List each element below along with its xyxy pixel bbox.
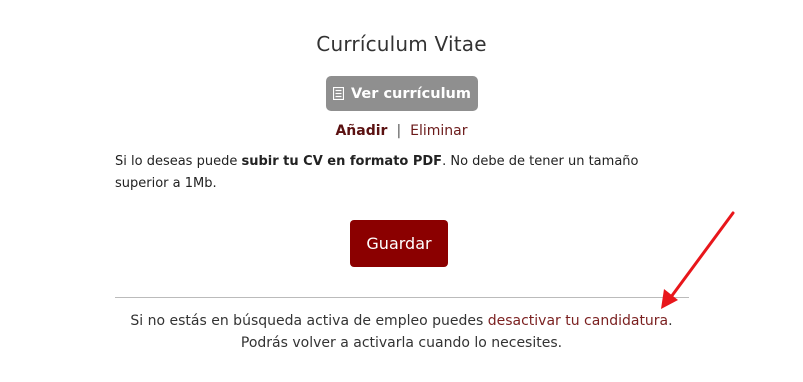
footer-prefix: Si no estás en búsqueda activa de empleo… <box>130 313 488 329</box>
deactivate-notice: Si no estás en búsqueda activa de empleo… <box>0 310 803 354</box>
delete-link[interactable]: Eliminar <box>410 123 467 139</box>
red-arrow-annotation <box>661 211 735 309</box>
view-cv-button[interactable]: Ver currículum <box>326 76 478 111</box>
deactivate-candidacy-link[interactable]: desactivar tu candidatura <box>488 313 668 329</box>
footer-line-2: Podrás volver a activarla cuando lo nece… <box>240 335 563 351</box>
separator: | <box>396 123 402 139</box>
save-button[interactable]: Guardar <box>350 220 448 267</box>
upload-info-text: Si lo deseas puede subir tu CV en format… <box>115 151 685 195</box>
info-bold: subir tu CV en formato PDF <box>241 154 443 169</box>
cv-actions: Añadir | Eliminar <box>0 123 803 139</box>
view-cv-label: Ver currículum <box>351 85 471 102</box>
page-title: Currículum Vitae <box>316 32 487 56</box>
document-icon <box>333 87 344 100</box>
info-prefix: Si lo deseas puede <box>115 154 242 169</box>
footer-suffix: . <box>668 313 673 329</box>
add-link[interactable]: Añadir <box>335 123 387 139</box>
divider <box>115 297 689 298</box>
